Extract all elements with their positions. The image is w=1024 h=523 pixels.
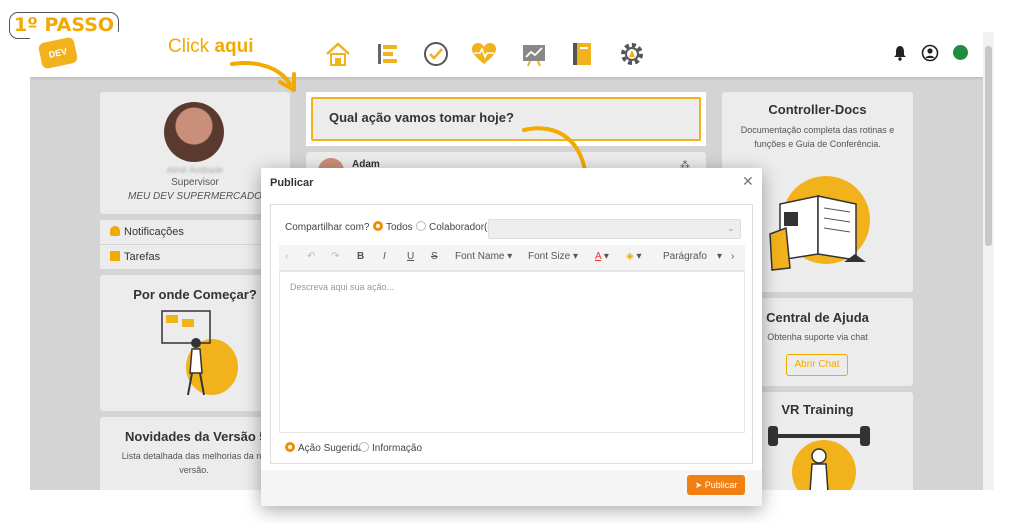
close-icon[interactable]: ✕ [742, 173, 754, 190]
radio-icon [416, 221, 426, 231]
caret-down-icon[interactable]: ▾ [717, 251, 722, 262]
share-label: Compartilhar com? [285, 222, 370, 233]
calendar-icon [110, 251, 120, 261]
font-color-dropdown[interactable]: A ▾ [595, 251, 609, 262]
share-option-all[interactable]: Todos [373, 221, 413, 233]
open-chat-button[interactable]: Abrir Chat [786, 354, 848, 376]
chevron-down-icon: ⌄ [727, 223, 735, 233]
bell-icon [110, 226, 120, 236]
bell-icon[interactable] [892, 45, 908, 61]
bold-button[interactable]: B [357, 251, 364, 262]
screenshot: 1º PASSO DEV Click aqui Almir Andrade Su… [0, 0, 1024, 523]
font-color-icon: A [595, 251, 602, 262]
prompt-input[interactable]: Qual ação vamos tomar hoje? [311, 97, 701, 141]
collaborator-select[interactable]: ⌄ [488, 219, 741, 239]
arrow-annotation-icon [230, 61, 296, 92]
type-option-label: Informação [372, 443, 423, 454]
top-navbar: DEV Click aqui [30, 32, 994, 77]
highlight-dropdown[interactable]: ◈ ▾ [626, 251, 642, 262]
send-icon: ➤ [694, 480, 703, 490]
redo-icon[interactable]: ↷ [331, 251, 339, 262]
publish-form: Compartilhar com? Todos Colaborador(es) … [270, 204, 753, 464]
avatar[interactable] [164, 102, 224, 162]
action-editor[interactable]: Descreva aqui sua ação... [279, 271, 745, 433]
home-icon[interactable] [324, 40, 352, 68]
type-option-label: Ação Sugerida [298, 443, 364, 454]
scrollbar-thumb[interactable] [985, 46, 992, 246]
font-size-label: Font Size [528, 251, 571, 262]
sidebar-item-label: Notificações [124, 226, 184, 238]
radio-selected-icon [285, 442, 295, 452]
scroll-left-icon[interactable]: ‹ [285, 251, 288, 262]
modal-footer: ➤ Publicar [261, 470, 762, 506]
prompt-placeholder: Qual ação vamos tomar hoje? [329, 110, 514, 125]
type-option-info[interactable]: Informação [359, 442, 422, 454]
font-size-dropdown[interactable]: Font Size ▾ [528, 251, 578, 262]
publish-modal: Publicar ✕ Compartilhar com? Todos Colab… [261, 168, 762, 506]
underline-button[interactable]: U [407, 251, 414, 262]
caret-down-icon: ▾ [603, 251, 609, 262]
modal-title: Publicar [270, 177, 314, 189]
list-icon[interactable] [374, 40, 402, 68]
chart-board-icon[interactable] [520, 40, 548, 68]
check-circle-icon[interactable] [422, 40, 450, 68]
scroll-right-icon[interactable]: › [731, 251, 734, 262]
undo-icon[interactable]: ↶ [307, 251, 315, 262]
strikethrough-button[interactable]: S [431, 251, 438, 262]
radio-icon [359, 442, 369, 452]
status-online-icon [953, 45, 968, 60]
user-icon[interactable] [921, 44, 939, 62]
share-option-label: Todos [386, 222, 413, 233]
type-option-suggested[interactable]: Ação Sugerida [285, 442, 364, 454]
sidebar-item-label: Tarefas [124, 251, 161, 263]
click-text: Click [168, 36, 210, 57]
italic-button[interactable]: I [383, 251, 386, 262]
paragraph-label: Parágrafo [663, 251, 707, 262]
paragraph-dropdown[interactable]: Parágrafo [663, 251, 707, 262]
app-logo[interactable]: DEV [37, 36, 79, 70]
notebook-icon[interactable] [568, 40, 596, 68]
vr-illustration [768, 426, 870, 490]
radio-selected-icon [373, 221, 383, 231]
caret-down-icon: ▾ [636, 251, 642, 262]
docs-card-desc: Documentação completa das rotinas e funç… [740, 125, 895, 149]
docs-card-title: Controller-Docs [768, 102, 867, 117]
caret-down-icon: ▾ [507, 251, 513, 262]
news-card-desc: Lista detalhada das melhorias da no vers… [121, 451, 267, 475]
gear-icon[interactable] [618, 40, 646, 68]
heartbeat-icon[interactable] [470, 40, 498, 68]
font-name-label: Font Name [455, 251, 505, 262]
publish-button[interactable]: ➤ Publicar [687, 475, 745, 495]
docs-illustration [769, 176, 870, 271]
caret-down-icon: ▾ [573, 251, 579, 262]
font-name-dropdown[interactable]: Font Name ▾ [455, 251, 512, 262]
start-illustration [161, 310, 238, 396]
editor-toolbar: ‹ ↶ ↷ B I U S Font Name ▾ Font Size ▾ A … [279, 245, 745, 271]
highlight-icon: ◈ [626, 251, 634, 262]
publish-button-label: Publicar [704, 480, 738, 490]
editor-placeholder: Descreva aqui sua ação... [290, 282, 395, 292]
